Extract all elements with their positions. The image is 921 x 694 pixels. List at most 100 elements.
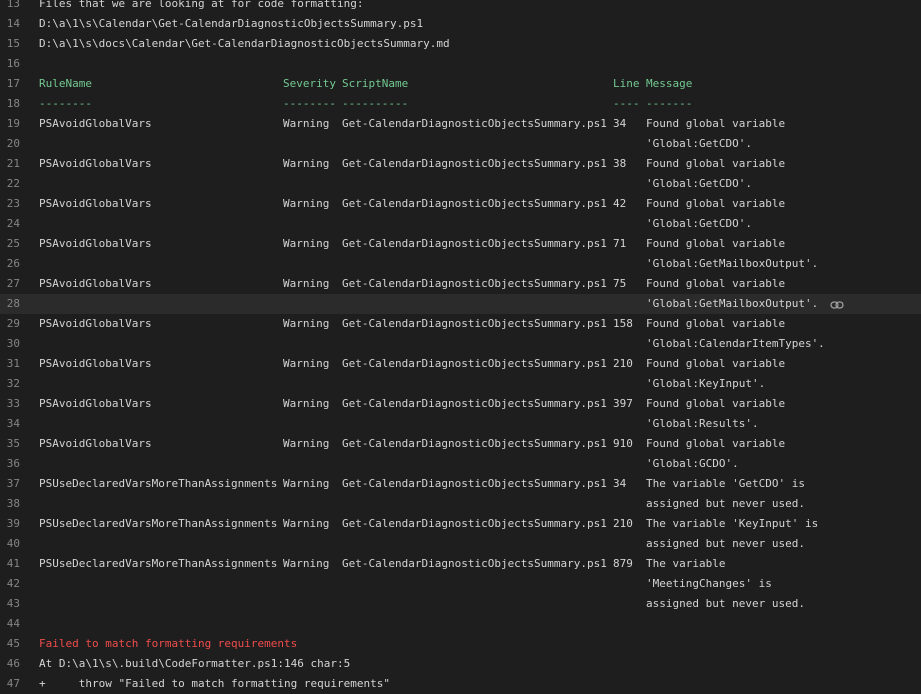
message: 'Global:GetMailboxOutput'. bbox=[646, 297, 819, 310]
line-number-cell: 210 bbox=[613, 357, 633, 370]
line-number: 37 bbox=[6, 477, 20, 490]
header-underline: ------- bbox=[646, 97, 693, 110]
rule-name: PSUseDeclaredVarsMoreThanAssignments bbox=[39, 477, 278, 490]
line-number: 30 bbox=[6, 337, 20, 350]
severity: Warning bbox=[283, 517, 330, 530]
line-number: 40 bbox=[6, 537, 20, 550]
message: assigned but never used. bbox=[646, 537, 805, 550]
table-row: 19 PSAvoidGlobalVars Warning Get-CalendarDi… bbox=[0, 114, 921, 134]
rule-name: PSAvoidGlobalVars bbox=[39, 437, 152, 450]
line-number-cell: 75 bbox=[613, 277, 627, 290]
line-number-cell: 34 bbox=[613, 477, 627, 490]
table-row: 41 PSUseDeclaredVarsMoreThanAssignments Wa… bbox=[0, 554, 921, 574]
script-name: Get-CalendarDiagnosticObjectsSummary.ps1 bbox=[342, 317, 607, 330]
table-row: 24 'Global:GetCDO'. bbox=[0, 214, 921, 234]
message: The variable bbox=[646, 557, 726, 570]
log-line: 14 D:\a\1\s\Calendar\Get-CalendarDiagnost… bbox=[0, 14, 921, 34]
table-row: 42 'MeetingChanges' is bbox=[0, 574, 921, 594]
script-name: Get-CalendarDiagnosticObjectsSummary.ps1 bbox=[342, 237, 607, 250]
header-underline: -------- bbox=[39, 97, 92, 110]
table-row: 33 PSAvoidGlobalVars Warning Get-CalendarDi… bbox=[0, 394, 921, 414]
severity: Warning bbox=[283, 117, 330, 130]
header-scriptname: ScriptName bbox=[342, 77, 409, 90]
line-number-cell: 910 bbox=[613, 437, 633, 450]
header-underline: ---------- bbox=[342, 97, 409, 110]
message: Found global variable bbox=[646, 397, 786, 410]
line-number: 19 bbox=[6, 117, 20, 130]
message: 'Global:GetCDO'. bbox=[646, 217, 752, 230]
line-number-cell: 210 bbox=[613, 517, 633, 530]
table-row: 31 PSAvoidGlobalVars Warning Get-CalendarDi… bbox=[0, 354, 921, 374]
line-number-cell: 42 bbox=[613, 197, 627, 210]
table-row: 40 assigned but never used. bbox=[0, 534, 921, 554]
line-number-cell: 158 bbox=[613, 317, 633, 330]
error-text: Failed to match formatting requirements bbox=[39, 637, 298, 650]
rule-name: PSAvoidGlobalVars bbox=[39, 277, 152, 290]
severity: Warning bbox=[283, 477, 330, 490]
table-row: 27 PSAvoidGlobalVars Warning Get-CalendarDi… bbox=[0, 274, 921, 294]
header-line: Line bbox=[613, 77, 640, 90]
header-rulename: RuleName bbox=[39, 77, 92, 90]
message: Found global variable bbox=[646, 117, 786, 130]
line-number: 23 bbox=[6, 197, 20, 210]
line-number: 38 bbox=[6, 497, 20, 510]
script-name: Get-CalendarDiagnosticObjectsSummary.ps1 bbox=[342, 197, 607, 210]
script-name: Get-CalendarDiagnosticObjectsSummary.ps1 bbox=[342, 357, 607, 370]
message: Found global variable bbox=[646, 237, 786, 250]
table-row: 35 PSAvoidGlobalVars Warning Get-CalendarDi… bbox=[0, 434, 921, 454]
log-text: At D:\a\1\s\.build\CodeFormatter.ps1:146… bbox=[39, 657, 351, 670]
table-row: 25 PSAvoidGlobalVars Warning Get-CalendarDi… bbox=[0, 234, 921, 254]
copy-link-icon[interactable] bbox=[830, 298, 844, 310]
script-name: Get-CalendarDiagnosticObjectsSummary.ps1 bbox=[342, 397, 607, 410]
table-row: 32 'Global:KeyInput'. bbox=[0, 374, 921, 394]
line-number: 32 bbox=[6, 377, 20, 390]
table-header: 17 RuleName Severity ScriptName Line Message bbox=[0, 74, 921, 94]
script-name: Get-CalendarDiagnosticObjectsSummary.ps1 bbox=[342, 557, 607, 570]
table-row: 21 PSAvoidGlobalVars Warning Get-CalendarDi… bbox=[0, 154, 921, 174]
line-number: 31 bbox=[6, 357, 20, 370]
log-line: 46 At D:\a\1\s\.build\CodeFormatter.ps1:1… bbox=[0, 654, 921, 674]
line-number: 14 bbox=[6, 17, 20, 30]
log-line: 13 Files that we are looking at for code … bbox=[0, 0, 921, 14]
line-number: 16 bbox=[6, 57, 20, 70]
rule-name: PSAvoidGlobalVars bbox=[39, 317, 152, 330]
line-number: 47 bbox=[6, 677, 20, 690]
rule-name: PSUseDeclaredVarsMoreThanAssignments bbox=[39, 517, 278, 530]
script-name: Get-CalendarDiagnosticObjectsSummary.ps1 bbox=[342, 157, 607, 170]
severity: Warning bbox=[283, 357, 330, 370]
rule-name: PSUseDeclaredVarsMoreThanAssignments bbox=[39, 557, 278, 570]
line-number-cell: 38 bbox=[613, 157, 627, 170]
message: Found global variable bbox=[646, 357, 786, 370]
message: 'Global:Results'. bbox=[646, 417, 759, 430]
message: The variable 'GetCDO' is bbox=[646, 477, 805, 490]
message: Found global variable bbox=[646, 437, 786, 450]
line-number: 29 bbox=[6, 317, 20, 330]
line-number-cell: 879 bbox=[613, 557, 633, 570]
table-row: 38 assigned but never used. bbox=[0, 494, 921, 514]
line-number: 20 bbox=[6, 137, 20, 150]
line-number-cell: 397 bbox=[613, 397, 633, 410]
line-number-cell: 34 bbox=[613, 117, 627, 130]
table-row: 23 PSAvoidGlobalVars Warning Get-CalendarDi… bbox=[0, 194, 921, 214]
script-name: Get-CalendarDiagnosticObjectsSummary.ps1 bbox=[342, 277, 607, 290]
script-name: Get-CalendarDiagnosticObjectsSummary.ps1 bbox=[342, 517, 607, 530]
severity: Warning bbox=[283, 277, 330, 290]
line-number: 17 bbox=[6, 77, 20, 90]
line-number: 43 bbox=[6, 597, 20, 610]
message: assigned but never used. bbox=[646, 497, 805, 510]
line-number: 18 bbox=[6, 97, 20, 110]
log-text: D:\a\1\s\Calendar\Get-CalendarDiagnostic… bbox=[39, 17, 424, 30]
message: 'Global:CalendarItemTypes'. bbox=[646, 337, 825, 350]
message: assigned but never used. bbox=[646, 597, 805, 610]
line-number: 34 bbox=[6, 417, 20, 430]
message: The variable 'KeyInput' is bbox=[646, 517, 819, 530]
line-number: 28 bbox=[6, 297, 20, 310]
error-message: 45 Failed to match formatting requirement… bbox=[0, 634, 921, 654]
header-message: Message bbox=[646, 77, 693, 90]
message: Found global variable bbox=[646, 197, 786, 210]
line-number: 35 bbox=[6, 437, 20, 450]
line-number: 15 bbox=[6, 37, 20, 50]
line-number: 33 bbox=[6, 397, 20, 410]
line-number: 27 bbox=[6, 277, 20, 290]
line-number: 41 bbox=[6, 557, 20, 570]
